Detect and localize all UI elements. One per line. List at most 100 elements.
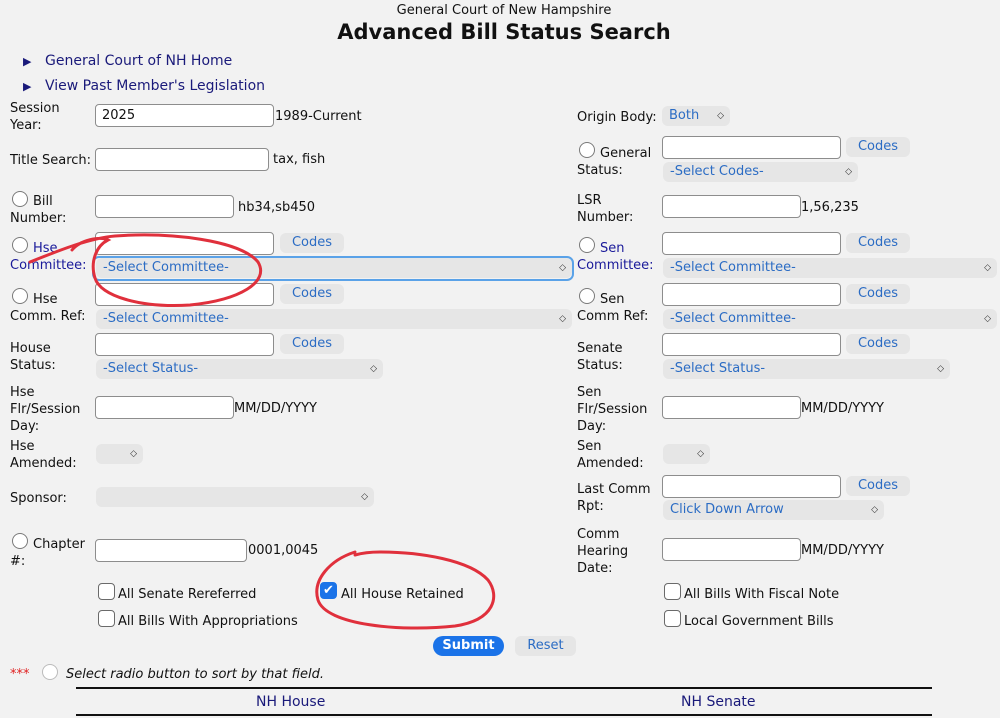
divider	[76, 687, 932, 689]
hse-comm-ref-label: Hse Comm. Ref:	[10, 292, 86, 324]
bill-number-hint: hb34,sb450	[238, 200, 316, 215]
senate-status-label: Senate Status:	[577, 341, 623, 373]
bill-number-input[interactable]	[95, 195, 234, 218]
last-comm-rpt-select[interactable]: Click Down Arrow ◇	[663, 500, 884, 520]
session-year-hint: 1989-Current	[275, 109, 362, 124]
sort-radio-example	[42, 664, 58, 680]
lsr-number-input[interactable]	[662, 195, 801, 218]
sen-committee-label: Sen Committee:	[577, 241, 654, 273]
appropriations-checkbox[interactable]	[98, 610, 115, 627]
house-status-select[interactable]: -Select Status- ◇	[96, 359, 383, 379]
title-search-label: Title Search:	[10, 153, 92, 168]
hse-flr-session-input[interactable]	[95, 396, 234, 419]
senate-rereferred-label: All Senate Rereferred	[118, 587, 257, 602]
lsr-number-hint: 1,56,235	[801, 200, 859, 215]
triangle-right-icon: ▶	[23, 55, 32, 68]
sen-comm-ref-codes-button[interactable]: Codes	[846, 284, 910, 304]
senate-status-code-input[interactable]	[662, 333, 841, 356]
senate-status-select[interactable]: -Select Status- ◇	[663, 359, 950, 379]
hse-committee-code-input[interactable]	[95, 232, 274, 255]
origin-body-label: Origin Body:	[577, 110, 657, 125]
appropriations-label: All Bills With Appropriations	[118, 614, 298, 629]
title-search-hint: tax, fish	[273, 152, 326, 167]
general-status-codes-button[interactable]: Codes	[846, 137, 910, 157]
chevron-updown-icon: ◇	[984, 314, 991, 324]
last-comm-rpt-code-input[interactable]	[662, 475, 841, 498]
required-stars: ***	[10, 667, 30, 682]
house-retained-checkbox[interactable]: ✔	[320, 582, 337, 599]
sen-comm-ref-label: Sen Comm Ref:	[577, 292, 649, 324]
hse-committee-codes-button[interactable]: Codes	[280, 233, 344, 253]
chevron-updown-icon: ◇	[361, 492, 368, 502]
house-status-codes-button[interactable]: Codes	[280, 334, 344, 354]
sen-committee-code-input[interactable]	[662, 232, 841, 255]
fiscal-note-checkbox[interactable]	[664, 583, 681, 600]
title-search-input[interactable]	[95, 148, 269, 171]
general-status-label: General Status:	[577, 146, 652, 178]
sort-note: Select radio button to sort by that fiel…	[66, 667, 324, 682]
chevron-updown-icon: ◇	[697, 449, 704, 459]
chevron-updown-icon: ◇	[370, 364, 377, 374]
last-comm-rpt-label: Last Comm Rpt:	[577, 482, 651, 514]
hse-comm-ref-select[interactable]: -Select Committee- ◇	[96, 309, 572, 329]
sen-comm-ref-code-input[interactable]	[662, 283, 841, 306]
hse-amended-select[interactable]: ◇	[96, 444, 143, 464]
house-status-code-input[interactable]	[95, 333, 274, 356]
session-year-input[interactable]	[95, 104, 274, 127]
chapter-label: Chapter #:	[10, 537, 85, 569]
house-status-label: House Status:	[10, 341, 56, 373]
sponsor-label: Sponsor:	[10, 491, 67, 506]
hse-flr-session-label: Hse Flr/Session Day:	[10, 385, 81, 434]
triangle-right-icon: ▶	[23, 80, 32, 93]
chevron-updown-icon: ◇	[559, 314, 566, 324]
nav-link-home[interactable]: General Court of NH Home	[45, 53, 232, 69]
house-retained-label: All House Retained	[341, 587, 464, 602]
comm-hearing-date-input[interactable]	[662, 538, 801, 561]
session-year-label: Session Year:	[10, 101, 60, 133]
comm-hearing-date-hint: MM/DD/YYYY	[801, 543, 884, 558]
sen-flr-session-label: Sen Flr/Session Day:	[577, 385, 648, 434]
last-comm-rpt-codes-button[interactable]: Codes	[846, 476, 910, 496]
general-status-code-input[interactable]	[662, 136, 841, 159]
general-status-select[interactable]: -Select Codes- ◇	[663, 162, 858, 182]
hse-committee-select[interactable]: -Select Committee- ◇	[96, 258, 572, 278]
page-title: Advanced Bill Status Search	[337, 20, 671, 44]
sen-amended-label: Sen Amended:	[577, 439, 644, 471]
chapter-hint: 0001,0045	[248, 543, 319, 558]
sen-flr-session-hint: MM/DD/YYYY	[801, 401, 884, 416]
local-gov-label: Local Government Bills	[684, 614, 834, 629]
nav-link-past-legislation[interactable]: View Past Member's Legislation	[45, 78, 265, 94]
hse-flr-session-hint: MM/DD/YYYY	[234, 401, 317, 416]
fiscal-note-label: All Bills With Fiscal Note	[684, 587, 840, 602]
hse-amended-label: Hse Amended:	[10, 439, 77, 471]
sen-amended-select[interactable]: ◇	[663, 444, 710, 464]
lsr-number-label: LSR Number:	[577, 193, 634, 225]
checkmark-icon: ✔	[323, 583, 334, 598]
nh-senate-heading: NH Senate	[681, 694, 756, 710]
origin-body-select[interactable]: Both ◇	[662, 106, 730, 126]
sponsor-select[interactable]: ◇	[96, 487, 374, 507]
sen-comm-ref-select[interactable]: -Select Committee- ◇	[663, 309, 997, 329]
site-subtitle: General Court of New Hampshire	[396, 3, 612, 18]
bill-number-label: Bill Number:	[10, 194, 67, 226]
chevron-updown-icon: ◇	[984, 263, 991, 273]
nh-house-heading: NH House	[256, 694, 326, 710]
local-gov-checkbox[interactable]	[664, 610, 681, 627]
chevron-updown-icon: ◇	[845, 167, 852, 177]
chevron-updown-icon: ◇	[130, 449, 137, 459]
sen-committee-codes-button[interactable]: Codes	[846, 233, 910, 253]
divider	[76, 714, 932, 716]
senate-rereferred-checkbox[interactable]	[98, 583, 115, 600]
sen-committee-select[interactable]: -Select Committee- ◇	[663, 258, 997, 278]
comm-hearing-date-label: Comm Hearing Date:	[577, 527, 629, 576]
sen-flr-session-input[interactable]	[662, 396, 801, 419]
hse-comm-ref-codes-button[interactable]: Codes	[280, 284, 344, 304]
reset-button[interactable]: Reset	[515, 636, 576, 656]
chevron-updown-icon: ◇	[559, 263, 566, 273]
submit-button[interactable]: Submit	[433, 636, 504, 656]
chevron-updown-icon: ◇	[717, 111, 724, 121]
senate-status-codes-button[interactable]: Codes	[846, 334, 910, 354]
chapter-input[interactable]	[95, 539, 247, 562]
hse-comm-ref-code-input[interactable]	[95, 283, 274, 306]
chevron-updown-icon: ◇	[871, 505, 878, 515]
